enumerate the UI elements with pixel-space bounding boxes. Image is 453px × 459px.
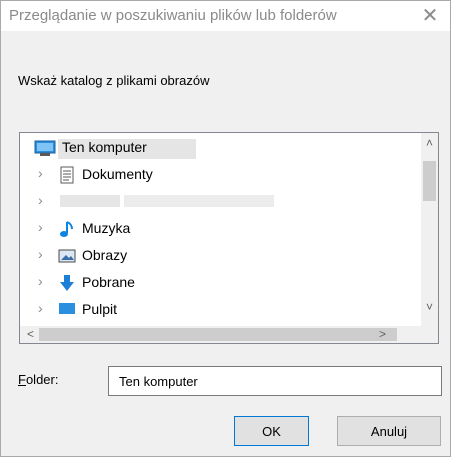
- expand-chevron-icon[interactable]: ›: [38, 219, 43, 235]
- pictures-icon: [58, 249, 76, 263]
- tree-item-label: Obrazy: [82, 247, 128, 263]
- tree-item-label: Muzyka: [82, 220, 131, 236]
- expand-chevron-icon[interactable]: ›: [38, 165, 43, 181]
- cancel-button[interactable]: Anuluj: [337, 416, 441, 446]
- horizontal-scroll-thumb[interactable]: [39, 328, 397, 341]
- scroll-left-icon[interactable]: <: [22, 326, 39, 343]
- browse-folder-dialog: Przeglądanie w poszukiwaniu plików lub f…: [0, 0, 451, 457]
- folder-input[interactable]: [108, 366, 442, 396]
- window-title: Przeglądanie w poszukiwaniu plików lub f…: [9, 7, 337, 24]
- tree-item-muzyka[interactable]: › Muzyka: [20, 216, 420, 242]
- instruction-text: Wskaż katalog z plikami obrazów: [18, 73, 210, 88]
- redacted-icon: [60, 195, 120, 207]
- vertical-scrollbar[interactable]: ˄ ˅: [421, 133, 438, 326]
- tree-item-pobrane[interactable]: › Pobrane: [20, 270, 420, 296]
- vertical-scroll-thumb[interactable]: [423, 161, 436, 201]
- tree-rows: Ten komputer › Dokumenty › › Muzyka › Ob…: [20, 133, 420, 323]
- redacted-label: [124, 195, 274, 207]
- scroll-down-icon[interactable]: ˅: [421, 299, 438, 316]
- tree-item-obrazy[interactable]: › Obrazy: [20, 243, 420, 269]
- folder-tree[interactable]: Ten komputer › Dokumenty › › Muzyka › Ob…: [19, 132, 439, 344]
- downloads-icon: [60, 275, 74, 291]
- tree-item-label: Dokumenty: [82, 166, 153, 182]
- tree-item-dokumenty[interactable]: › Dokumenty: [20, 162, 420, 188]
- scroll-corner: [421, 326, 438, 343]
- folder-label-text: older:: [25, 372, 59, 387]
- tree-item-label: Pulpit: [82, 301, 118, 317]
- expand-chevron-icon[interactable]: ›: [38, 273, 43, 289]
- title-bar: Przeglądanie w poszukiwaniu plików lub f…: [1, 1, 450, 31]
- tree-item-label: Ten komputer: [62, 139, 147, 155]
- desktop-icon: [59, 303, 75, 314]
- tree-item-ten-komputer[interactable]: Ten komputer: [20, 135, 420, 161]
- expand-chevron-icon[interactable]: ›: [38, 300, 43, 316]
- computer-icon: [34, 140, 56, 156]
- ok-button[interactable]: OK: [234, 416, 309, 446]
- scroll-right-icon[interactable]: >: [374, 326, 391, 343]
- scroll-up-icon[interactable]: ˄: [421, 135, 438, 152]
- music-icon: [60, 221, 73, 237]
- close-icon[interactable]: ✕: [416, 3, 444, 29]
- folder-label-accelerator: F: [18, 372, 26, 387]
- tree-item-label: Pobrane: [82, 274, 135, 290]
- expand-chevron-icon[interactable]: ›: [38, 246, 43, 262]
- documents-icon: [60, 166, 74, 184]
- folder-label: Folder:: [18, 372, 58, 387]
- horizontal-scrollbar[interactable]: < >: [20, 326, 421, 343]
- expand-chevron-icon[interactable]: ›: [38, 192, 43, 208]
- tree-item-pulpit[interactable]: › Pulpit: [20, 297, 420, 323]
- tree-item-redacted[interactable]: ›: [20, 189, 420, 215]
